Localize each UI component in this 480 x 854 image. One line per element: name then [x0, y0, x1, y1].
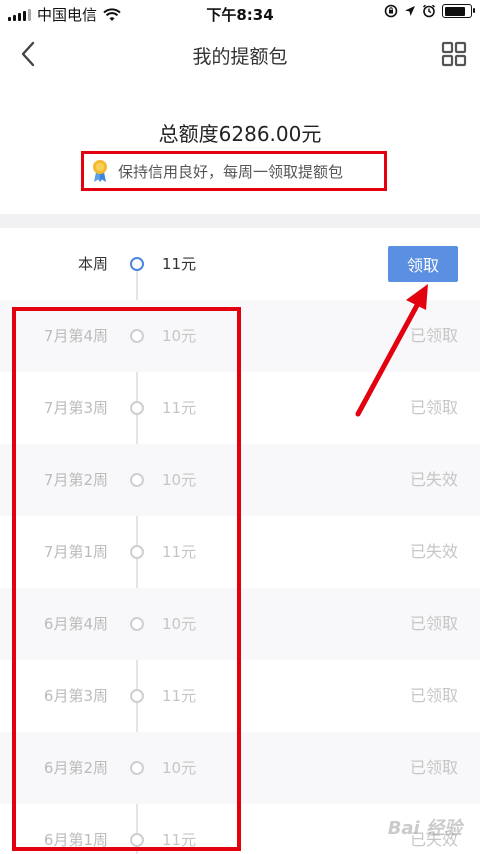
- medal-icon: [93, 160, 107, 182]
- timeline-dot-icon: [130, 329, 144, 343]
- list-item: 7月第2周 10元 已失效: [0, 444, 480, 516]
- status-text: 已领取: [409, 758, 458, 777]
- grid-menu-button[interactable]: [440, 40, 468, 68]
- section-divider: [0, 214, 480, 228]
- bonus-week-list: 本周 11元 领取 7月第4周 10元 已领取 7月第3周 11元 已领取 7月…: [0, 228, 480, 854]
- timeline-dot-icon: [130, 401, 144, 415]
- week-label: 本周: [77, 255, 108, 273]
- status-text: 已失效: [409, 470, 458, 489]
- bonus-amount: 10元: [162, 471, 197, 489]
- timeline-dot-icon: [130, 761, 144, 775]
- timeline-dot-icon: [130, 473, 144, 487]
- alarm-icon: [422, 4, 436, 18]
- bonus-amount: 11元: [162, 687, 197, 705]
- list-item: 6月第2周 10元 已领取: [0, 732, 480, 804]
- status-text: 已领取: [409, 326, 458, 345]
- bonus-amount: 10元: [162, 759, 197, 777]
- week-label: 7月第3周: [43, 399, 108, 417]
- bonus-amount: 11元: [162, 831, 197, 849]
- week-label: 6月第2周: [43, 759, 108, 777]
- bonus-amount: 11元: [162, 399, 197, 417]
- week-label: 7月第2周: [43, 471, 108, 489]
- list-item: 6月第4周 10元 已领取: [0, 588, 480, 660]
- bonus-amount: 11元: [162, 255, 197, 273]
- status-right: [384, 4, 475, 18]
- page-title: 我的提额包: [192, 46, 288, 68]
- status-text: 已领取: [409, 398, 458, 417]
- list-item: 7月第1周 11元 已失效: [0, 516, 480, 588]
- claim-button[interactable]: 领取: [388, 246, 458, 282]
- grid-icon: [441, 41, 467, 67]
- week-label: 6月第4周: [43, 615, 108, 633]
- timeline-dot-icon: [130, 545, 144, 559]
- watermark: Bai 经验: [387, 818, 462, 839]
- status-text: 已领取: [409, 686, 458, 705]
- status-text: 已领取: [409, 614, 458, 633]
- bonus-amount: 10元: [162, 327, 197, 345]
- list-item-current-week: 本周 11元 领取: [0, 228, 480, 300]
- timeline-dot-icon: [130, 833, 144, 847]
- list-item: 6月第3周 11元 已领取: [0, 660, 480, 732]
- rotation-lock-icon: [384, 4, 398, 18]
- list-item: 7月第3周 11元 已领取: [0, 372, 480, 444]
- timeline-dot-icon: [130, 257, 144, 271]
- bonus-amount: 10元: [162, 615, 197, 633]
- week-label: 7月第1周: [43, 543, 108, 561]
- list-item: 7月第4周 10元 已领取: [0, 300, 480, 372]
- timeline-dot-icon: [130, 689, 144, 703]
- tip-text: 保持信用良好，每周一领取提额包: [118, 162, 344, 181]
- location-icon: [405, 6, 415, 16]
- status-text: 已失效: [409, 542, 458, 561]
- battery-icon: [442, 4, 475, 18]
- nav-bar: 我的提额包: [0, 28, 480, 80]
- week-label: 6月第3周: [43, 687, 108, 705]
- status-bar: 中国电信 下午8:34: [0, 0, 480, 28]
- total-credit-amount: 总额度6286.00元: [158, 122, 322, 146]
- week-label: 6月第1周: [43, 831, 108, 849]
- timeline-dot-icon: [130, 617, 144, 631]
- week-label: 7月第4周: [43, 327, 108, 345]
- bonus-amount: 11元: [162, 543, 197, 561]
- tip-banner: 保持信用良好，每周一领取提额包: [81, 151, 387, 191]
